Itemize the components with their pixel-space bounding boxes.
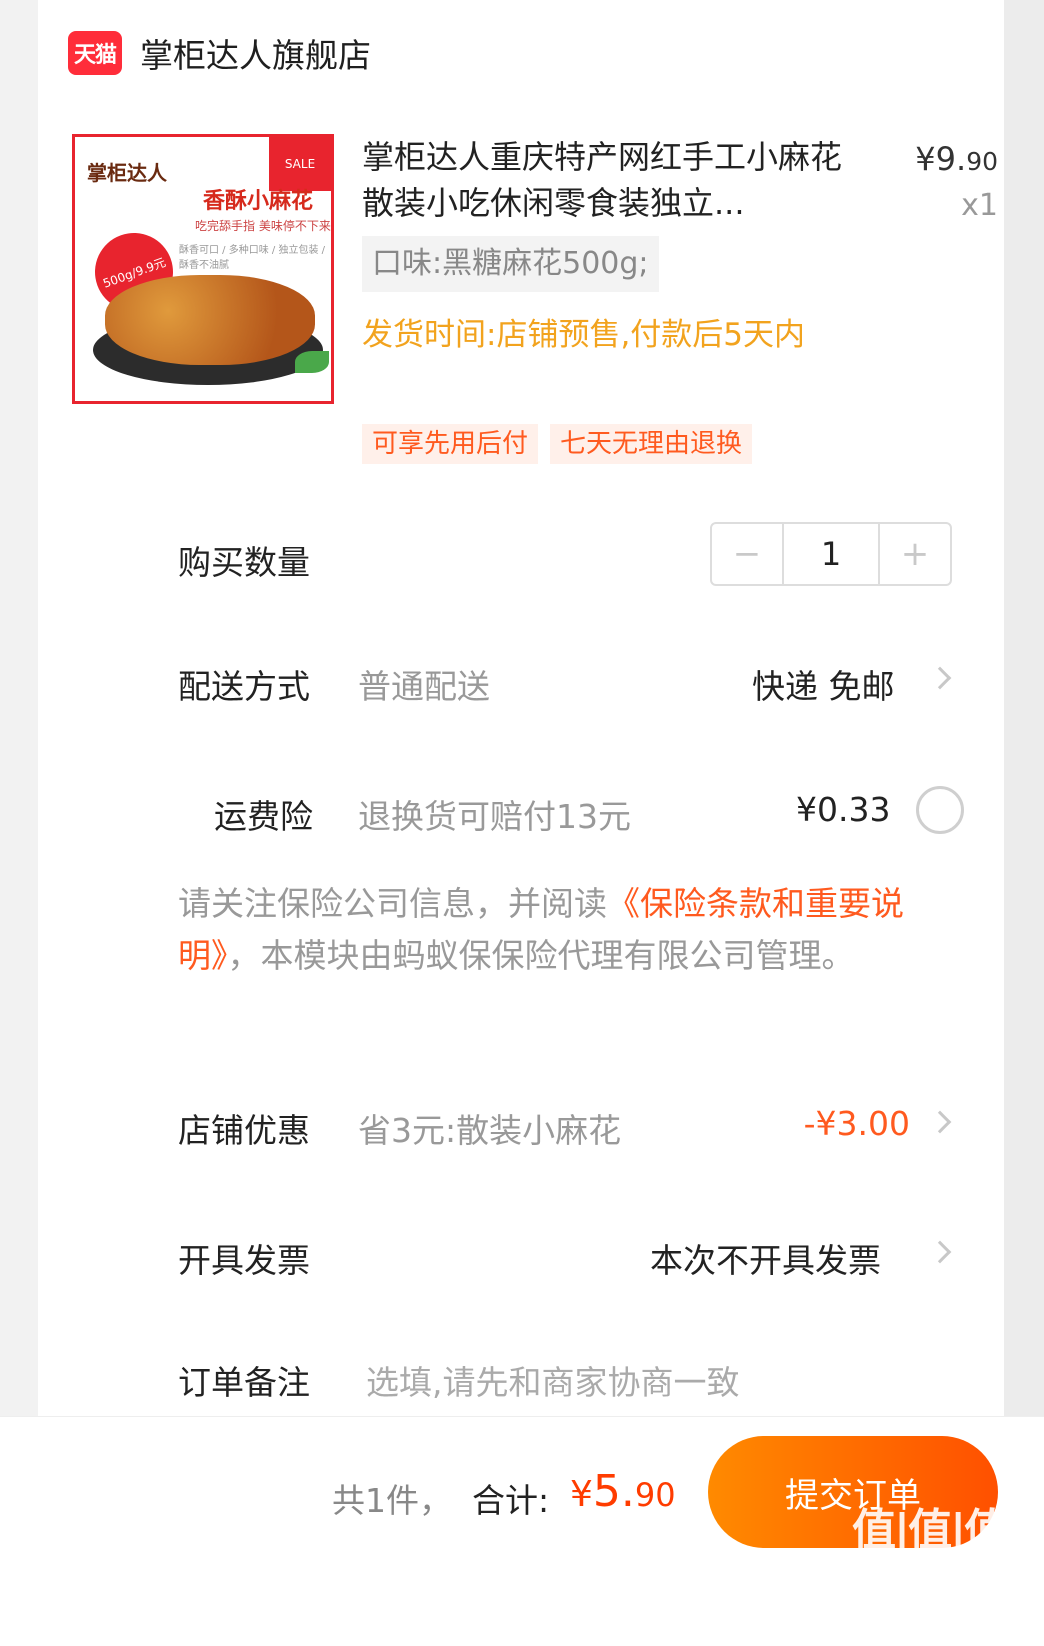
shop-discount-sub: 省3元:散装小麻花 bbox=[358, 1111, 622, 1150]
snack-graphic bbox=[105, 275, 315, 365]
page-gutter bbox=[1004, 0, 1044, 1490]
tag-free-return: 七天无理由退换 bbox=[550, 424, 753, 464]
total-label: 合计: bbox=[472, 1481, 550, 1520]
price-dec: 90 bbox=[966, 147, 998, 176]
bottom-fill bbox=[0, 1576, 1044, 1646]
product-quantity: x1 bbox=[961, 188, 998, 223]
product-image-brand: 掌柜达人 bbox=[87, 161, 167, 185]
remark-label: 订单备注 bbox=[178, 1363, 310, 1402]
total-amount: ¥5.90 bbox=[570, 1466, 676, 1517]
ship-time: 发货时间:店铺预售,付款后5天内 bbox=[362, 317, 806, 353]
notice-text: 请关注保险公司信息，并阅读 bbox=[178, 884, 607, 923]
insurance-sub: 退换货可赔付13元 bbox=[358, 797, 631, 836]
invoice-value[interactable]: 本次不开具发票 bbox=[650, 1234, 881, 1282]
price-symbol: ¥ bbox=[915, 140, 936, 178]
qty-value[interactable]: 1 bbox=[782, 524, 880, 584]
product-spec[interactable]: 口味:黑糖麻花500g; bbox=[362, 236, 659, 292]
product-image-subtitle: 吃完舔手指 美味停不下来 bbox=[195, 219, 331, 233]
insurance-label: 运费险 bbox=[214, 797, 313, 836]
qty-label: 购买数量 bbox=[178, 543, 310, 582]
service-tags: 可享先用后付 七天无理由退换 bbox=[362, 424, 753, 464]
insurance-radio[interactable] bbox=[916, 786, 964, 834]
insurance-price: ¥0.33 bbox=[796, 790, 891, 829]
total-symbol: ¥ bbox=[570, 1474, 593, 1515]
delivery-label: 配送方式 bbox=[178, 667, 310, 706]
product-image[interactable]: 掌柜达人 SALE 香酥小麻花 吃完舔手指 美味停不下来 酥香可口 / 多种口味… bbox=[72, 134, 334, 404]
product-title[interactable]: 掌柜达人重庆特产网红手工小麻花散装小吃休闲零食装独立... bbox=[362, 134, 842, 226]
tmall-logo-icon: 天猫 bbox=[68, 31, 122, 75]
item-count: 共1件， bbox=[332, 1481, 452, 1520]
qty-minus-button[interactable]: − bbox=[712, 524, 782, 584]
qty-plus-button[interactable]: + bbox=[880, 524, 950, 584]
watermark-url: zhizhizhi.com bbox=[858, 1548, 961, 1567]
product-image-title: 香酥小麻花 bbox=[203, 189, 314, 214]
shop-discount-label: 店铺优惠 bbox=[178, 1111, 310, 1150]
insurance-notice: 请关注保险公司信息，并阅读《保险条款和重要说明》，本模块由蚂蚁保保险代理有限公司… bbox=[178, 878, 968, 982]
notice-text-tail: ，本模块由蚂蚁保保险代理有限公司管理。 bbox=[227, 936, 855, 975]
product-price: ¥9.90 bbox=[915, 140, 998, 178]
invoice-label: 开具发票 bbox=[178, 1241, 310, 1280]
total-dec: 90 bbox=[634, 1476, 676, 1514]
quantity-stepper[interactable]: − 1 + bbox=[710, 522, 952, 586]
leaf-graphic bbox=[295, 351, 329, 373]
tag-pay-later: 可享先用后付 bbox=[362, 424, 539, 464]
delivery-sub: 普通配送 bbox=[358, 667, 490, 706]
shop-header[interactable]: 天猫 掌柜达人旗舰店 bbox=[68, 28, 371, 78]
shop-discount-value[interactable]: -¥3.00 bbox=[804, 1104, 910, 1143]
product-image-features: 酥香可口 / 多种口味 / 独立包装 / 酥香不油腻 bbox=[179, 245, 326, 271]
shop-name[interactable]: 掌柜达人旗舰店 bbox=[140, 29, 371, 77]
price-int: 9. bbox=[935, 140, 967, 178]
total-int: 5. bbox=[592, 1466, 635, 1517]
delivery-value[interactable]: 快递 免邮 bbox=[752, 660, 895, 708]
remark-input[interactable]: 选填,请先和商家协商一致 bbox=[366, 1356, 740, 1404]
